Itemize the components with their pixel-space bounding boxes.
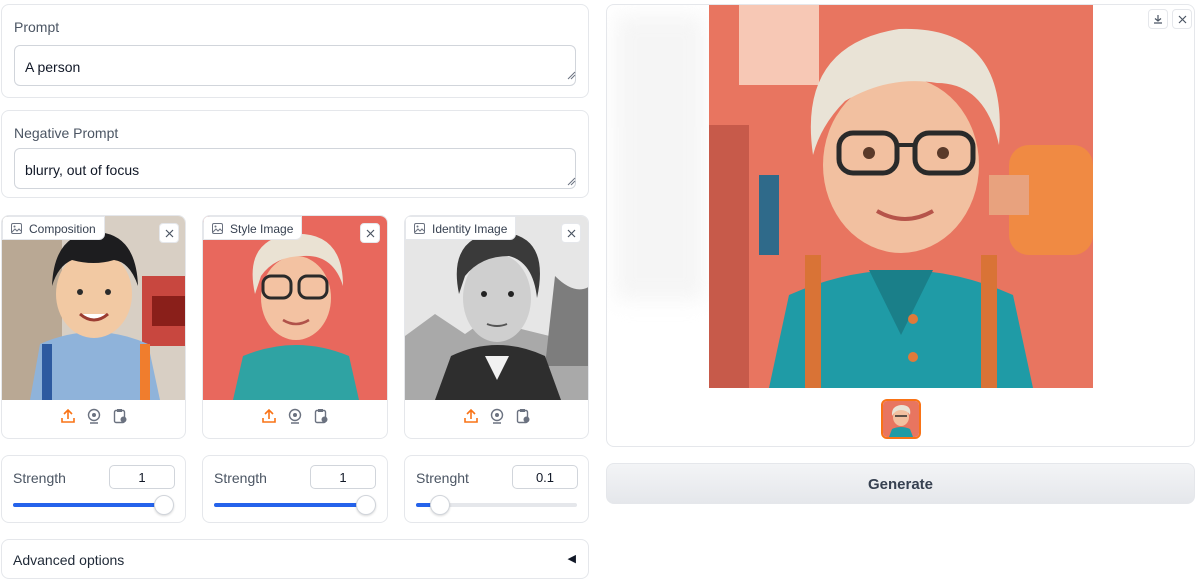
output-backdrop [615, 15, 705, 300]
resize-grip-icon[interactable] [567, 71, 576, 80]
composition-tag: Composition [2, 216, 105, 240]
resize-grip-icon[interactable] [567, 177, 576, 186]
gallery-thumbnail[interactable] [881, 399, 921, 439]
slider-thumb[interactable] [154, 495, 174, 515]
prompt-label: Prompt [14, 19, 60, 35]
slider-track[interactable] [214, 495, 376, 515]
clear-button[interactable] [360, 223, 380, 243]
output-gallery [606, 4, 1195, 447]
identity-image [405, 216, 588, 400]
output-image [709, 5, 1093, 388]
upload-icon[interactable] [261, 408, 277, 424]
slider-track[interactable] [13, 495, 174, 515]
composition-label: Composition [29, 222, 96, 236]
slider-label: Strength [13, 470, 66, 486]
download-button[interactable] [1148, 9, 1168, 29]
close-icon [366, 229, 374, 237]
negative-prompt-input[interactable]: blurry, out of focus [14, 148, 576, 189]
image-icon [11, 223, 22, 234]
negative-prompt-panel: Negative Prompt blurry, out of focus [1, 110, 589, 198]
close-icon [1178, 15, 1186, 23]
close-icon [567, 229, 575, 237]
close-button[interactable] [1172, 9, 1192, 29]
generate-button[interactable]: Generate [606, 463, 1195, 504]
strength-number-input[interactable]: 0.1 [512, 465, 578, 489]
strength-number-input[interactable]: 1 [109, 465, 175, 489]
strength-number-input[interactable]: 1 [310, 465, 376, 489]
clear-button[interactable] [159, 223, 179, 243]
identity-strength-slider: Strenght 0.1 [404, 455, 589, 523]
style-image-input[interactable]: Style Image [202, 215, 388, 439]
slider-label: Strength [214, 470, 267, 486]
identity-image-input[interactable]: Identity Image [404, 215, 589, 439]
slider-track[interactable] [416, 495, 577, 515]
download-icon [1154, 15, 1162, 24]
prompt-panel: Prompt A person [1, 4, 589, 98]
image-icon [212, 223, 223, 234]
webcam-icon[interactable] [86, 408, 102, 424]
image-toolbar [405, 408, 588, 432]
webcam-icon[interactable] [489, 408, 505, 424]
webcam-icon[interactable] [287, 408, 303, 424]
image-toolbar [2, 408, 185, 432]
clear-button[interactable] [561, 223, 581, 243]
image-toolbar [203, 408, 387, 432]
clipboard-icon[interactable] [112, 408, 128, 424]
advanced-options-accordion[interactable]: Advanced options ◀ [1, 539, 589, 579]
identity-image-label: Identity Image [432, 222, 508, 236]
collapse-arrow-icon: ◀ [567, 553, 576, 565]
negative-prompt-label: Negative Prompt [14, 125, 119, 141]
upload-icon[interactable] [463, 408, 479, 424]
style-image [203, 216, 387, 400]
upload-icon[interactable] [60, 408, 76, 424]
clipboard-icon[interactable] [515, 408, 531, 424]
composition-image [2, 216, 185, 400]
identity-image-tag: Identity Image [405, 216, 517, 240]
advanced-options-label: Advanced options [13, 552, 125, 568]
prompt-input[interactable]: A person [14, 45, 576, 86]
clipboard-icon[interactable] [313, 408, 329, 424]
slider-label: Strenght [416, 470, 469, 486]
slider-fill [13, 503, 164, 507]
style-image-tag: Style Image [203, 216, 303, 240]
style-image-label: Style Image [230, 222, 294, 236]
slider-thumb[interactable] [430, 495, 451, 515]
style-strength-slider: Strength 1 [202, 455, 388, 523]
image-icon [414, 223, 425, 234]
composition-strength-slider: Strength 1 [1, 455, 186, 523]
slider-fill [214, 503, 366, 507]
slider-thumb[interactable] [356, 495, 376, 515]
close-icon [165, 229, 173, 237]
composition-image-input[interactable]: Composition [1, 215, 186, 439]
